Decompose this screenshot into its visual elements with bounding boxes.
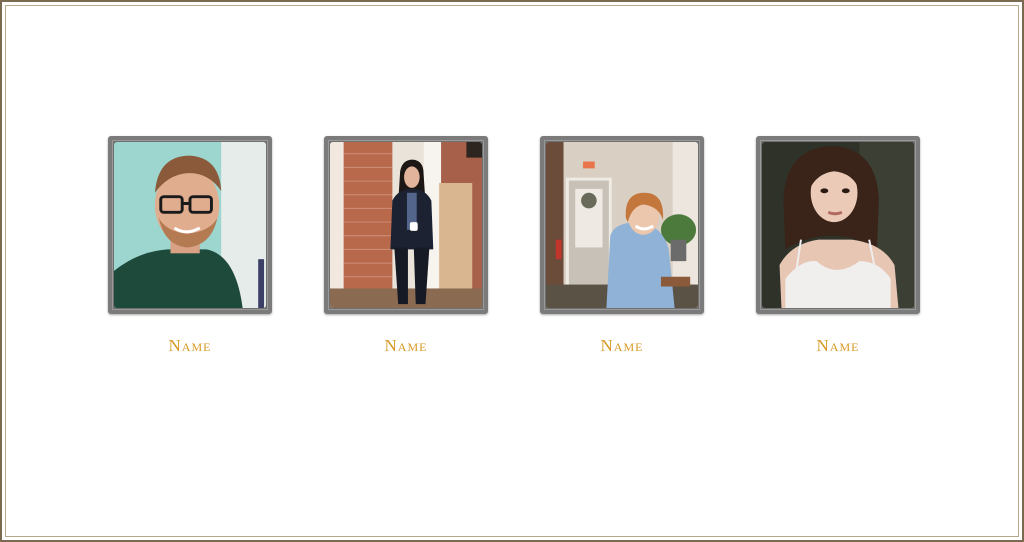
team-member-card[interactable]: Name xyxy=(540,136,704,356)
photo-frame xyxy=(756,136,920,314)
member-photo xyxy=(114,142,266,308)
team-member-card[interactable]: Name xyxy=(756,136,920,356)
team-grid: Name Name Name Name xyxy=(108,136,920,366)
team-member-card[interactable]: Name xyxy=(108,136,272,356)
photo-frame xyxy=(540,136,704,314)
member-name: Name xyxy=(384,336,428,355)
member-photo xyxy=(546,142,698,308)
team-member-card[interactable]: Name xyxy=(324,136,488,356)
photo-frame xyxy=(324,136,488,314)
member-photo xyxy=(762,142,914,308)
member-name: Name xyxy=(816,336,860,355)
page-frame: Name Name Name Name xyxy=(0,0,1024,542)
photo-frame xyxy=(108,136,272,314)
member-name: Name xyxy=(168,336,212,355)
member-name: Name xyxy=(600,336,644,355)
member-photo xyxy=(330,142,482,308)
